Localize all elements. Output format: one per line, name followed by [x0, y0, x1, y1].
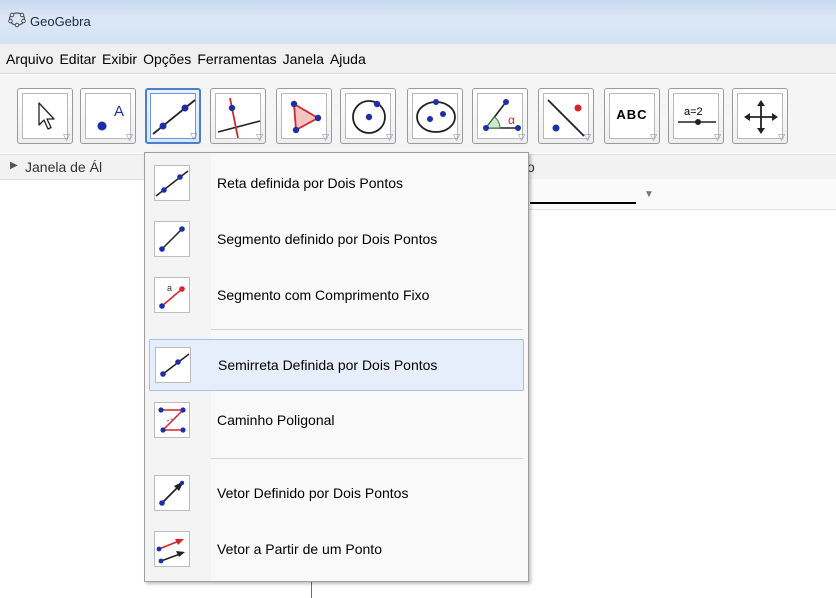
menu-item-label: Caminho Poligonal: [217, 412, 335, 428]
text-abc-icon: ABC: [616, 107, 648, 122]
menu-ferramentas[interactable]: Ferramentas: [195, 51, 280, 67]
menu-arquivo[interactable]: Arquivo: [4, 51, 57, 67]
menu-item-vector-from-point[interactable]: Vetor a Partir de um Ponto: [149, 524, 524, 576]
menu-item-vector-two-points[interactable]: Vetor Definido por Dois Pontos: [149, 468, 524, 520]
conic-tool-button[interactable]: ▽: [407, 88, 463, 144]
menu-item-label: Vetor a Partir de um Ponto: [217, 541, 382, 557]
line-style-preview[interactable]: [530, 202, 636, 204]
menu-bar: Arquivo Editar Exibir Opções Ferramentas…: [0, 44, 836, 74]
reflect-tool-button[interactable]: ▽: [538, 88, 594, 144]
move-view-tool-button[interactable]: ▽: [732, 88, 788, 144]
line-tools-dropdown: Reta definida por Dois Pontos Segmento d…: [144, 152, 529, 582]
alpha-label: α: [508, 113, 515, 127]
vector-two-points-icon: [159, 480, 185, 506]
menu-separator: [211, 329, 523, 330]
polygon-tool-button[interactable]: ▽: [276, 88, 332, 144]
ray-two-points-icon: [160, 353, 190, 377]
algebra-view-title[interactable]: Janela de Ál: [25, 159, 102, 175]
menu-exibir[interactable]: Exibir: [100, 51, 141, 67]
line-style-dropdown-icon[interactable]: ▼: [644, 189, 654, 200]
line-tool-button[interactable]: ▽: [145, 88, 201, 144]
text-tool-button[interactable]: ABC ▽: [604, 88, 660, 144]
slider-label: a=2: [684, 106, 703, 118]
menu-ajuda[interactable]: Ajuda: [328, 51, 370, 67]
circle-tool-button[interactable]: ▽: [340, 88, 396, 144]
slider-tool-button[interactable]: a=2 ▽: [668, 88, 724, 144]
graphics-style-bar: ▼: [520, 179, 836, 210]
angle-tool-button[interactable]: α ▽: [472, 88, 528, 144]
perpendicular-tool-button[interactable]: ▽: [210, 88, 266, 144]
menu-item-segment-fixed-length[interactable]: a Segmento com Comprimento Fixo: [149, 270, 524, 322]
move-tool-button[interactable]: ▽: [17, 88, 73, 144]
menu-separator: [211, 458, 523, 459]
line-two-points-icon: [155, 170, 189, 197]
menu-item-label: Segmento definido por Dois Pontos: [217, 231, 438, 247]
menu-editar[interactable]: Editar: [57, 51, 100, 67]
window-title: GeoGebra: [30, 14, 91, 29]
vector-from-point-icon: [156, 539, 185, 564]
segment-fixed-length-icon: a: [159, 283, 185, 309]
length-label: a: [167, 283, 172, 293]
menu-item-label: Segmento com Comprimento Fixo: [217, 287, 430, 303]
segment-two-points-icon: [159, 226, 185, 252]
menu-item-ray-two-points[interactable]: Semirreta Definida por Dois Pontos: [149, 339, 524, 391]
menu-item-label: Reta definida por Dois Pontos: [217, 175, 403, 191]
menu-item-label: Vetor Definido por Dois Pontos: [217, 485, 409, 501]
menu-item-line-two-points[interactable]: Reta definida por Dois Pontos: [149, 158, 524, 210]
expand-triangle-icon[interactable]: ▶: [10, 160, 18, 171]
menu-item-label: Semirreta Definida por Dois Pontos: [218, 357, 438, 373]
menu-item-polyline[interactable]: Caminho Poligonal: [149, 395, 524, 447]
polyline-icon: [158, 407, 186, 433]
title-bar: GeoGebra: [0, 0, 836, 44]
point-label: A: [114, 103, 124, 120]
point-tool-button[interactable]: A ▽: [80, 88, 136, 144]
menu-item-segment-two-points[interactable]: Segmento definido por Dois Pontos: [149, 214, 524, 266]
geogebra-logo-icon: [8, 12, 26, 28]
menu-janela[interactable]: Janela: [281, 51, 328, 67]
toolbar: ▽ A ▽ ▽ ▽ ▽ ▽ ▽ α ▽ ▽ ABC ▽ a=2 ▽ ▽: [0, 75, 836, 153]
menu-opcoes[interactable]: Opções: [141, 51, 195, 67]
